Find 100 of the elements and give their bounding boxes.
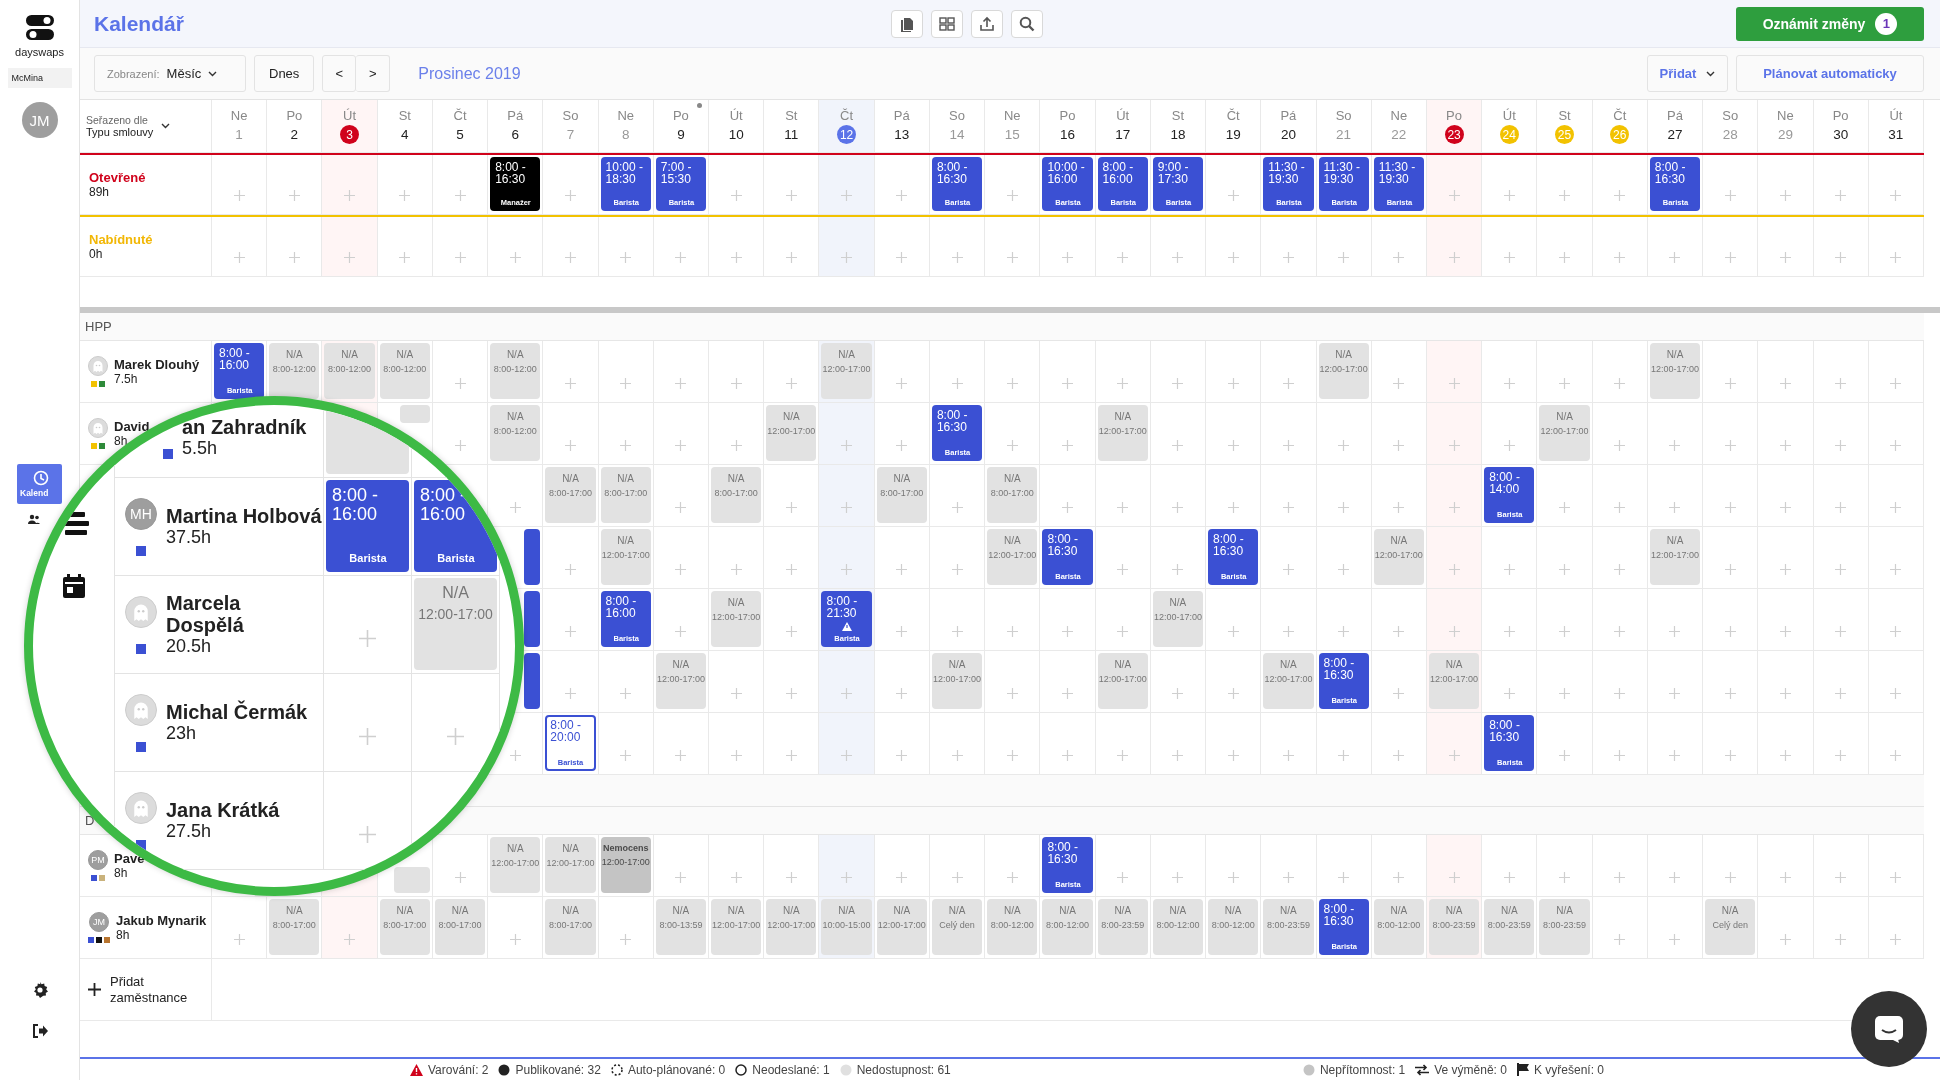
add-icon[interactable] (1503, 688, 1515, 699)
add-icon[interactable] (1282, 872, 1294, 883)
add-icon[interactable] (447, 728, 464, 745)
add-icon[interactable] (1448, 502, 1460, 513)
add-icon[interactable] (1062, 688, 1073, 699)
add-icon[interactable] (896, 252, 908, 263)
upload-button[interactable] (970, 9, 1003, 38)
add-icon[interactable] (896, 378, 908, 389)
add-icon[interactable] (785, 252, 797, 263)
add-icon[interactable] (841, 440, 853, 451)
add-icon[interactable] (1890, 750, 1902, 761)
add-icon[interactable] (1724, 872, 1736, 883)
add-icon[interactable] (1172, 378, 1184, 389)
add-icon[interactable] (1062, 626, 1073, 637)
add-icon[interactable] (1779, 252, 1791, 263)
add-icon[interactable] (1282, 440, 1294, 451)
add-icon[interactable] (509, 252, 521, 263)
add-icon[interactable] (1172, 564, 1184, 575)
add-icon[interactable] (1117, 502, 1129, 513)
add-icon[interactable] (359, 728, 376, 745)
add-icon[interactable] (675, 750, 687, 761)
add-icon[interactable] (1779, 502, 1791, 513)
shift-card[interactable] (524, 653, 541, 709)
add-icon[interactable] (1890, 934, 1902, 945)
add-icon[interactable] (1338, 252, 1350, 263)
add-icon[interactable] (1614, 502, 1626, 513)
add-icon[interactable] (1614, 872, 1626, 883)
add-icon[interactable] (1393, 750, 1405, 761)
add-icon[interactable] (785, 564, 797, 575)
today-button[interactable]: Dnes (254, 55, 315, 92)
add-icon[interactable] (1062, 440, 1073, 451)
add-icon[interactable] (1062, 252, 1073, 263)
add-icon[interactable] (1006, 872, 1018, 883)
add-icon[interactable] (951, 872, 963, 883)
add-icon[interactable] (1282, 378, 1294, 389)
add-icon[interactable] (1779, 564, 1791, 575)
add-icon[interactable] (1669, 934, 1681, 945)
add-icon[interactable] (1724, 750, 1736, 761)
add-icon[interactable] (1448, 190, 1460, 201)
add-icon[interactable] (1172, 440, 1184, 451)
next-button[interactable]: > (356, 55, 391, 92)
add-icon[interactable] (951, 252, 963, 263)
add-icon[interactable] (1890, 872, 1902, 883)
add-icon[interactable] (1448, 564, 1460, 575)
add-icon[interactable] (1393, 626, 1405, 637)
add-icon[interactable] (1503, 872, 1515, 883)
add-icon[interactable] (675, 502, 687, 513)
add-icon[interactable] (1724, 564, 1736, 575)
add-icon[interactable] (896, 190, 908, 201)
logo-icon[interactable] (24, 14, 55, 42)
add-icon[interactable] (1835, 378, 1847, 389)
add-icon[interactable] (1282, 564, 1294, 575)
copy-button[interactable] (890, 9, 923, 38)
add-icon[interactable] (1117, 750, 1129, 761)
add-icon[interactable] (785, 872, 797, 883)
add-icon[interactable] (1890, 252, 1902, 263)
add-icon[interactable] (675, 564, 687, 575)
add-icon[interactable] (564, 688, 576, 699)
add-icon[interactable] (675, 872, 687, 883)
add-icon[interactable] (564, 190, 576, 201)
add-icon[interactable] (1227, 190, 1239, 201)
add-icon[interactable] (1338, 440, 1350, 451)
add-icon[interactable] (951, 564, 963, 575)
add-icon[interactable] (896, 872, 908, 883)
add-icon[interactable] (951, 378, 963, 389)
add-icon[interactable] (1890, 440, 1902, 451)
add-icon[interactable] (1117, 378, 1129, 389)
add-icon[interactable] (1779, 872, 1791, 883)
add-icon[interactable] (730, 872, 742, 883)
add-icon[interactable] (1559, 872, 1570, 883)
add-icon[interactable] (841, 190, 853, 201)
add-icon[interactable] (233, 190, 245, 201)
add-icon[interactable] (1282, 750, 1294, 761)
add-icon[interactable] (1724, 440, 1736, 451)
add-icon[interactable] (1614, 190, 1626, 201)
shift-card[interactable]: 8:00 - 16:00 Barista (326, 480, 409, 572)
search-button[interactable] (1010, 9, 1043, 38)
add-icon[interactable] (896, 440, 908, 451)
add-icon[interactable] (1835, 252, 1847, 263)
add-icon[interactable] (1172, 872, 1184, 883)
add-icon[interactable] (288, 252, 300, 263)
add-icon[interactable] (564, 626, 576, 637)
add-icon[interactable] (620, 934, 632, 945)
add-icon[interactable] (1227, 378, 1239, 389)
add-icon[interactable] (1559, 626, 1570, 637)
add-icon[interactable] (1779, 378, 1791, 389)
add-icon[interactable] (564, 564, 576, 575)
add-icon[interactable] (730, 688, 742, 699)
add-icon[interactable] (1338, 872, 1350, 883)
add-icon[interactable] (454, 440, 466, 451)
add-icon[interactable] (454, 190, 466, 201)
add-icon[interactable] (1282, 502, 1294, 513)
add-icon[interactable] (785, 378, 797, 389)
add-icon[interactable] (1724, 190, 1736, 201)
add-icon[interactable] (620, 378, 632, 389)
add-icon[interactable] (454, 872, 466, 883)
add-icon[interactable] (1503, 378, 1515, 389)
add-icon[interactable] (1890, 502, 1902, 513)
add-icon[interactable] (1227, 502, 1239, 513)
add-icon[interactable] (675, 252, 687, 263)
